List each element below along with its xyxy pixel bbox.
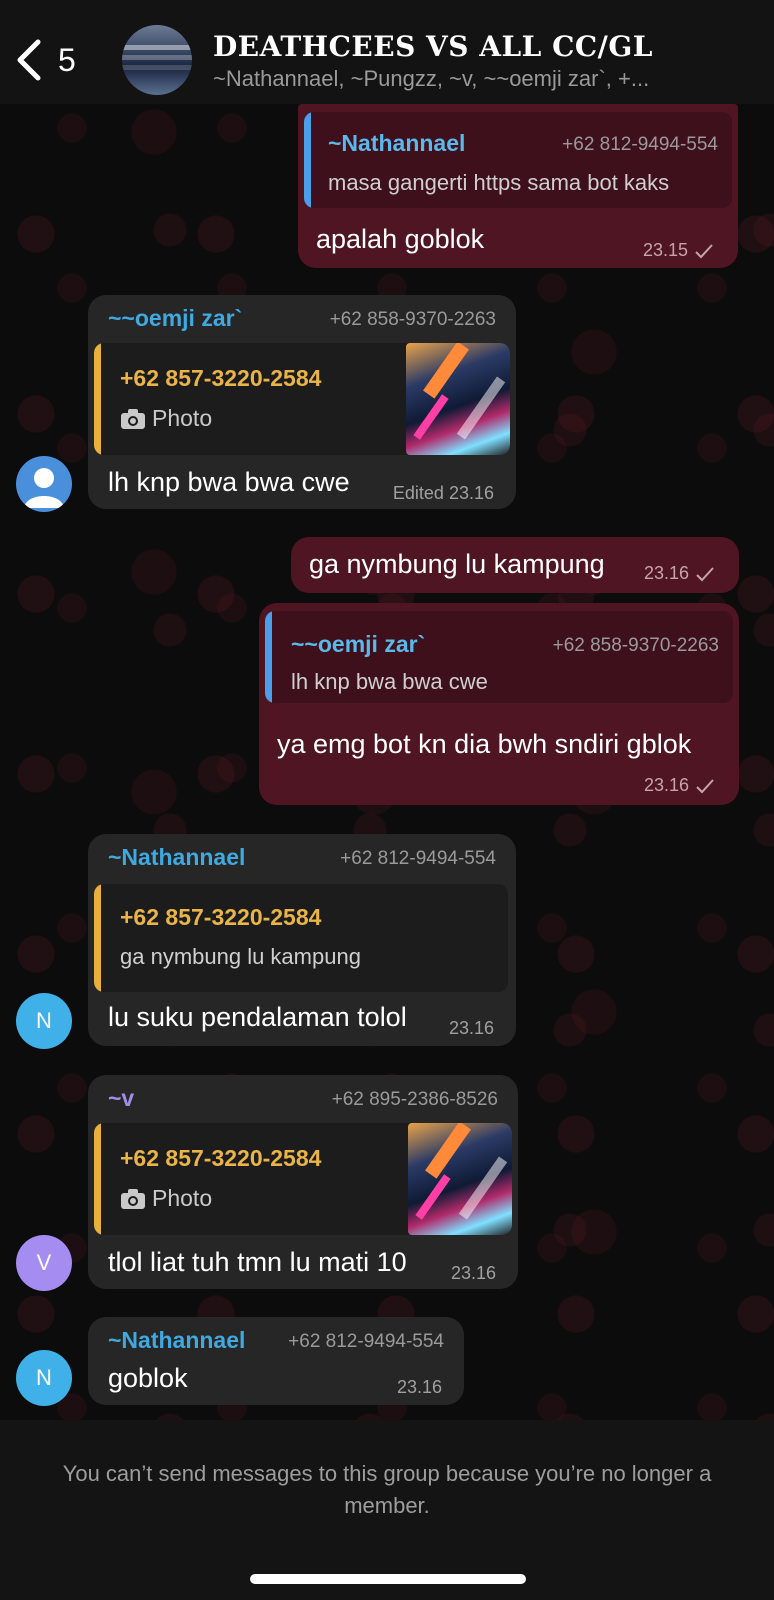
group-members[interactable]: ~Nathannael, ~Pungzz, ~v, ~~oemji zar`, … — [213, 66, 713, 92]
quote-bar — [94, 884, 101, 992]
sender-name[interactable]: ~Nathannael — [108, 844, 245, 871]
message-text: lh knp bwa bwa cwe — [108, 467, 350, 497]
quote-phone: +62 812-9494-554 — [562, 134, 718, 155]
quote-text: lh knp bwa bwa cwe — [291, 669, 488, 694]
quote-text: masa gangerti https sama bot kaks — [328, 170, 670, 195]
sender-phone: +62 858-9370-2263 — [329, 309, 496, 330]
quote-text: Photo — [152, 405, 213, 431]
camera-icon — [121, 408, 145, 429]
quoted-message[interactable]: +62 857-3220-2584 Photo — [94, 343, 510, 455]
home-indicator[interactable] — [250, 1574, 526, 1584]
quote-sender: ~Nathannael — [328, 130, 466, 156]
message-text: ga nymbung lu kampung — [309, 549, 605, 579]
quote-sender: +62 857-3220-2584 — [120, 1145, 322, 1171]
quote-sender: +62 857-3220-2584 — [120, 365, 322, 391]
message-time: 23.15 — [643, 240, 714, 261]
sender-phone: +62 812-9494-554 — [288, 1331, 444, 1352]
checkmark-icon — [695, 243, 713, 258]
sender-avatar[interactable]: N — [16, 1350, 72, 1406]
message-time: 23.16 — [448, 1018, 494, 1038]
default-avatar-icon — [24, 468, 64, 508]
unread-count: 5 — [58, 41, 76, 78]
sender-name[interactable]: ~Nathannael — [108, 1327, 245, 1354]
time-label: 23.16 — [643, 563, 689, 583]
chevron-left-icon — [17, 39, 41, 81]
time-label: 23.16 — [643, 775, 689, 795]
quote-bar — [94, 343, 101, 455]
message-text: ya emg bot kn dia bwh sndiri gblok — [277, 729, 692, 759]
back-button[interactable]: 5 — [14, 36, 94, 84]
quote-text: Photo — [152, 1185, 213, 1211]
checkmark-icon — [696, 778, 714, 793]
message-time: Edited 23.16 — [392, 483, 494, 503]
message-time: 23.16 — [644, 563, 715, 584]
message-time: 23.16 — [644, 775, 715, 796]
group-avatar[interactable] — [122, 25, 192, 95]
quote-bar — [304, 112, 311, 208]
quote-sender: +62 857-3220-2584 — [120, 904, 322, 930]
message-bubble-incoming[interactable]: ~Nathannael +62 812-9494-554 +62 857-322… — [88, 834, 516, 1046]
composer-footer: You can’t send messages to this group be… — [0, 1420, 774, 1600]
quote-bar — [94, 1123, 101, 1235]
message-bubble-incoming[interactable]: ~v +62 895-2386-8526 +62 857-3220-2584 P… — [88, 1075, 518, 1289]
checkmark-icon — [696, 566, 714, 581]
quote-bar — [265, 611, 272, 703]
message-bubble-incoming[interactable]: ~Nathannael +62 812-9494-554 goblok 23.1… — [88, 1317, 464, 1405]
sender-name[interactable]: ~~oemji zar` — [108, 305, 242, 332]
quoted-message[interactable]: ~Nathannael +62 812-9494-554 masa ganger… — [304, 112, 732, 208]
message-text: apalah goblok — [316, 224, 485, 254]
quote-photo-label: Photo — [120, 405, 212, 432]
sender-avatar[interactable]: N — [16, 993, 72, 1049]
chat-header: 5 DEATHCEES VS ALL CC/GL ~Nathannael, ~P… — [0, 0, 774, 104]
quoted-message[interactable]: +62 857-3220-2584 Photo — [94, 1123, 512, 1235]
quote-phone: +62 858-9370-2263 — [552, 635, 719, 656]
message-text: lu suku pendalaman tolol — [108, 1002, 407, 1032]
quote-sender: ~~oemji zar` — [291, 631, 426, 657]
quote-photo-thumbnail — [406, 343, 510, 455]
message-text: tlol liat tuh tmn lu mati 10 — [108, 1247, 407, 1277]
quote-text: ga nymbung lu kampung — [120, 944, 361, 969]
message-text: goblok — [108, 1363, 188, 1393]
message-time: 23.16 — [396, 1377, 442, 1397]
quoted-message[interactable]: +62 857-3220-2584 ga nymbung lu kampung — [94, 884, 508, 992]
quote-photo-label: Photo — [120, 1185, 212, 1212]
message-bubble-outgoing[interactable]: ~Nathannael +62 812-9494-554 masa ganger… — [298, 104, 738, 268]
camera-icon — [121, 1188, 145, 1209]
message-bubble-outgoing[interactable]: ga nymbung lu kampung 23.16 — [291, 537, 739, 593]
sender-name[interactable]: ~v — [108, 1085, 134, 1112]
message-time: 23.16 — [450, 1263, 496, 1283]
group-title[interactable]: DEATHCEES VS ALL CC/GL — [213, 30, 653, 63]
time-label: 23.15 — [642, 240, 688, 260]
sender-phone: +62 812-9494-554 — [340, 848, 496, 869]
sender-avatar[interactable] — [16, 456, 72, 512]
message-bubble-outgoing[interactable]: ~~oemji zar` +62 858-9370-2263 lh knp bw… — [259, 603, 739, 805]
not-member-notice: You can’t send messages to this group be… — [62, 1461, 712, 1518]
sender-avatar[interactable]: V — [16, 1235, 72, 1291]
message-bubble-incoming[interactable]: ~~oemji zar` +62 858-9370-2263 +62 857-3… — [88, 295, 516, 509]
quoted-message[interactable]: ~~oemji zar` +62 858-9370-2263 lh knp bw… — [265, 611, 733, 703]
quote-photo-thumbnail — [408, 1123, 512, 1235]
sender-phone: +62 895-2386-8526 — [331, 1089, 498, 1110]
